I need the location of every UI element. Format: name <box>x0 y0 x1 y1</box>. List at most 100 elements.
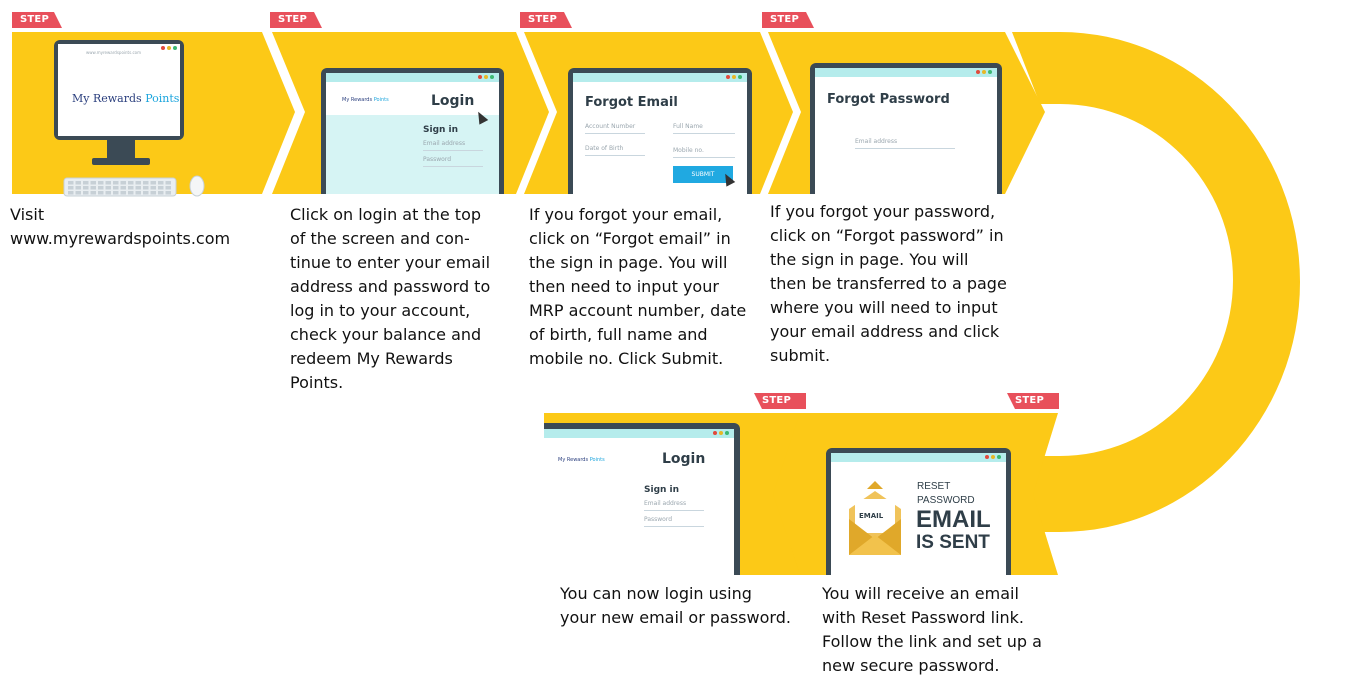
keyboard-key <box>90 181 96 185</box>
email-field[interactable]: Email address <box>423 140 465 147</box>
caption-line: check your balance and <box>290 325 482 344</box>
login-title: Login <box>431 93 475 109</box>
keyboard-key <box>128 191 134 195</box>
caption-line: click on “Forgot email” in <box>529 229 731 248</box>
caption-line: mobile no. Click Submit. <box>529 349 724 368</box>
keyboard-key <box>150 186 156 190</box>
keyboard-key <box>98 191 104 195</box>
step-4-monitor: Forgot Password Email address <box>810 63 1002 194</box>
keyboard-key <box>105 186 111 190</box>
mouse <box>189 175 205 197</box>
full-name-field[interactable]: Full Name <box>673 123 703 130</box>
keyboard-key <box>75 186 81 190</box>
step-4-screen: Forgot Password Email address <box>815 68 997 194</box>
keyboard-key <box>83 191 89 195</box>
caption-line: your email address and click <box>770 322 1000 341</box>
window-topbar <box>573 73 747 82</box>
step-6-tag: STEP 6 <box>754 393 806 409</box>
step-1-screen: www.myrewardspoints.com My Rewards Point… <box>58 44 180 136</box>
brand-logo: My Rewards Points <box>558 457 605 463</box>
keyboard-key <box>143 181 149 185</box>
keyboard-key <box>150 181 156 185</box>
field-underline <box>673 133 735 134</box>
caption-line: the sign in page. You will <box>770 250 969 269</box>
keyboard-key <box>165 181 171 185</box>
url-text: www.myrewardspoints.com <box>86 50 142 55</box>
window-topbar <box>815 68 997 77</box>
keyboard-key <box>135 181 141 185</box>
monitor-base <box>92 158 150 165</box>
caption-line: the sign in page. You will <box>529 253 728 272</box>
window-dots <box>726 75 742 79</box>
caption-line: You will receive an email <box>822 584 1019 603</box>
email-field[interactable]: Email address <box>644 500 686 507</box>
keyboard-key <box>83 181 89 185</box>
keyboard-key <box>158 181 164 185</box>
dob-field[interactable]: Date of Birth <box>585 145 623 152</box>
keyboard-key <box>98 181 104 185</box>
caption-line: redeem My Rewards <box>290 349 453 368</box>
caption-line: new secure password. <box>822 656 1000 675</box>
keyboard-key <box>83 186 89 190</box>
step-2-monitor: My Rewards Points Login Sign in Email ad… <box>321 68 504 194</box>
forgot-password-title: Forgot Password <box>827 92 950 107</box>
keyboard-key <box>105 181 111 185</box>
caption-line: address and password to <box>290 277 491 296</box>
window-dots <box>976 70 992 74</box>
caption-line: where you will need to input <box>770 298 998 317</box>
step-2-tag: STEP 2 <box>270 12 322 28</box>
caption-line: then need to input your <box>529 277 719 296</box>
caption-line: Visit <box>10 205 45 224</box>
cursor-icon <box>720 171 736 187</box>
is-sent-text: IS SENT <box>916 532 990 553</box>
keyboard-key <box>128 186 134 190</box>
keyboard-key <box>143 191 149 195</box>
caption-line: Click on login at the top <box>290 205 482 224</box>
window-topbar <box>544 429 734 438</box>
keyboard-key <box>98 186 104 190</box>
password-field[interactable]: Password <box>644 516 672 523</box>
keyboard-key <box>165 191 171 195</box>
keyboard-key <box>150 191 156 195</box>
monitor-neck <box>107 140 135 160</box>
field-underline <box>855 148 955 149</box>
step-5-monitor: EMAIL RESET PASSWORD EMAIL IS SENT <box>826 448 1011 575</box>
keyboard-key <box>105 191 111 195</box>
window-dots <box>713 431 729 435</box>
field-underline <box>644 510 704 511</box>
step-5-caption: You will receive an email with Reset Pas… <box>822 582 1082 678</box>
keyboard-key <box>113 191 119 195</box>
step-3-caption: If you forgot your email, click on “Forg… <box>529 203 769 371</box>
account-number-field[interactable]: Account Number <box>585 123 635 130</box>
caption-line: Points. <box>290 373 344 392</box>
step-3-tag: STEP 3 <box>520 12 572 28</box>
login-panel <box>326 115 499 194</box>
email-underline <box>423 150 483 151</box>
field-underline <box>644 526 704 527</box>
caption-line: MRP account number, date <box>529 301 747 320</box>
email-field[interactable]: Email address <box>855 138 897 145</box>
keyboard-key <box>113 181 119 185</box>
caption-line: www.myrewardspoints.com <box>10 229 231 248</box>
band-loop <box>1012 32 1300 532</box>
sign-in-label: Sign in <box>644 485 680 495</box>
field-underline <box>585 155 645 156</box>
keyboard-key <box>120 181 126 185</box>
keyboard-key <box>158 186 164 190</box>
step-1-monitor: www.myrewardspoints.com My Rewards Point… <box>54 40 184 140</box>
window-topbar <box>326 73 499 82</box>
password-underline <box>423 166 483 167</box>
keyboard-key <box>158 191 164 195</box>
login-title: Login <box>662 451 706 467</box>
field-underline <box>585 133 645 134</box>
keyboard-key <box>135 191 141 195</box>
mobile-field[interactable]: Mobile no. <box>673 147 704 154</box>
keyboard-key <box>75 181 81 185</box>
step-3-screen: Forgot Email Account Number Full Name Da… <box>573 73 747 194</box>
keyboard-key <box>135 186 141 190</box>
password-field[interactable]: Password <box>423 156 451 163</box>
step-4-tag: STEP 4 <box>762 12 814 28</box>
keyboard-key <box>90 186 96 190</box>
field-underline <box>673 157 735 158</box>
reset-text: RESET <box>917 481 951 492</box>
